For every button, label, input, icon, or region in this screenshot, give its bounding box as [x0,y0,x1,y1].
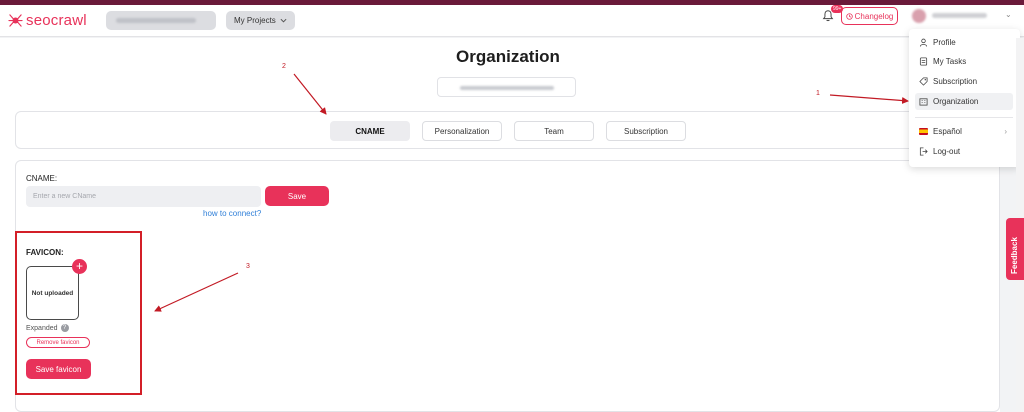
avatar [912,9,926,23]
tab-cname[interactable]: CNAME [330,121,410,141]
user-dropdown-menu: Profile My Tasks Subscription Organizati… [909,29,1020,167]
account-selector[interactable] [106,11,216,30]
organization-email-box [437,77,576,97]
changelog-label: Changelog [854,11,894,21]
clock-icon [845,12,853,20]
logo-text: seocrawl [26,12,87,29]
annotation-number-1: 1 [816,90,820,97]
spider-logo-icon [8,14,23,27]
menu-item-subscription[interactable]: Subscription [915,73,1013,90]
tabs-card [15,111,1000,149]
tag-icon [919,77,928,86]
page-title: Organization [456,47,560,66]
menu-item-label: Log-out [933,147,961,156]
blurred-user-name [932,13,987,18]
menu-item-label: Profile [933,38,956,47]
save-cname-button[interactable]: Save [265,186,329,206]
menu-item-label: My Tasks [933,57,967,66]
cname-label: CNAME: [26,174,58,183]
user-icon [919,38,928,47]
my-projects-label: My Projects [234,16,276,25]
logout-icon [919,147,928,156]
tab-subscription[interactable]: Subscription [606,121,686,141]
favicon-highlight-box [15,231,142,395]
tab-team[interactable]: Team [514,121,594,141]
chevron-down-icon [280,18,287,23]
menu-item-label: Subscription [933,77,978,86]
blurred-organization-email [460,86,554,90]
blurred-account-email [116,18,196,23]
chevron-right-icon: › [1004,127,1007,136]
changelog-button[interactable]: Changelog [841,7,898,25]
logo[interactable]: seocrawl [8,12,87,29]
menu-item-logout[interactable]: Log-out [915,143,1013,160]
annotation-number-2: 2 [282,63,286,70]
my-projects-dropdown[interactable]: My Projects [226,11,295,30]
menu-item-organization[interactable]: Organization [915,93,1013,110]
menu-item-my-tasks[interactable]: My Tasks [915,53,1013,70]
how-to-connect-link[interactable]: how to connect? [203,209,261,218]
feedback-label: Feedback [1010,237,1019,274]
menu-item-label: Español [933,127,962,136]
menu-item-profile[interactable]: Profile [915,34,1013,51]
menu-divider [915,117,1013,118]
spain-flag-icon [919,128,928,135]
user-menu-trigger[interactable]: ⌄ [912,8,1017,24]
menu-item-language[interactable]: Español › [915,123,1013,140]
menu-item-label: Organization [933,97,979,106]
building-icon [919,98,928,106]
feedback-tab[interactable]: Feedback [1006,218,1024,280]
tasks-icon [919,57,928,66]
annotation-number-3: 3 [246,263,250,270]
tab-personalization[interactable]: Personalization [422,121,502,141]
chevron-down-icon: ⌄ [1005,10,1012,19]
cname-input[interactable] [26,186,261,207]
